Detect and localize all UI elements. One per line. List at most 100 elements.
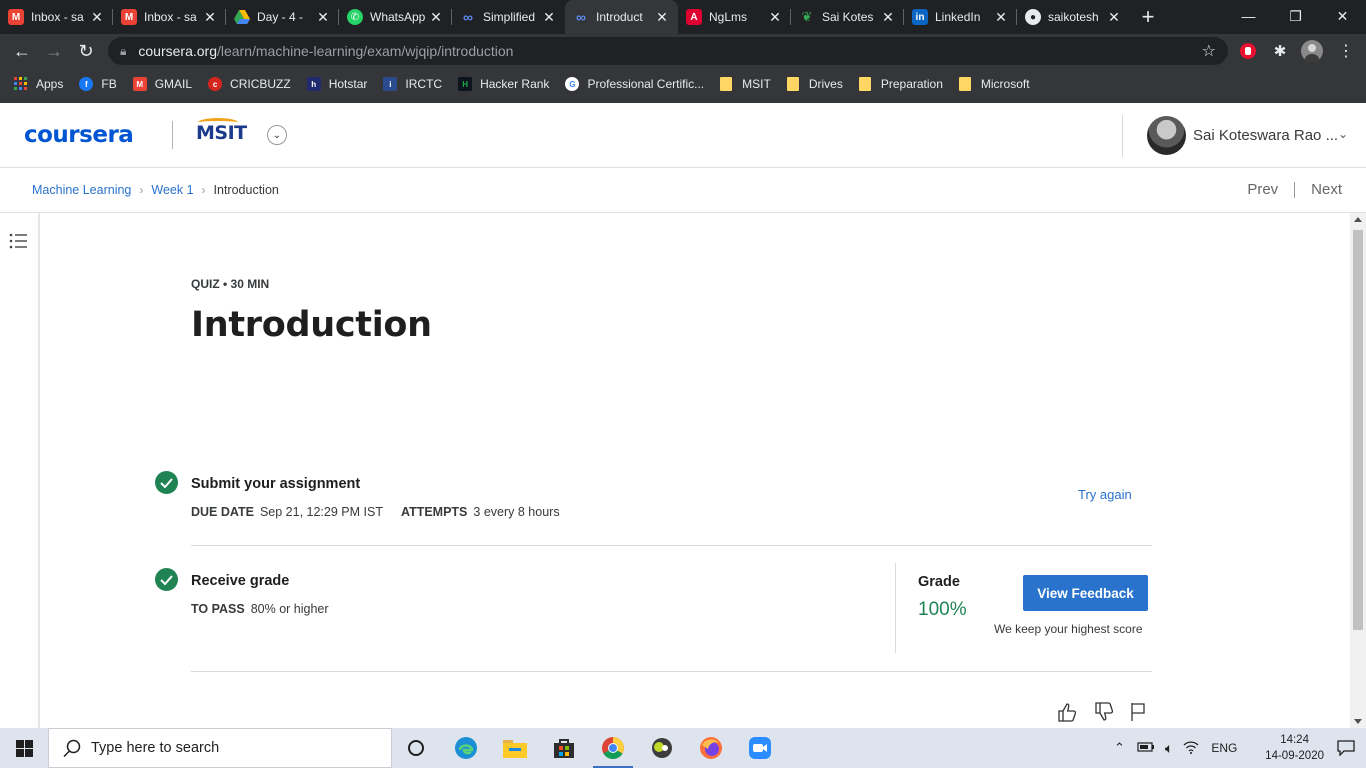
bookmark-cricbuzz[interactable]: c CRICBUZZ xyxy=(208,77,291,91)
battery-icon[interactable] xyxy=(1137,741,1155,756)
breadcrumb-week[interactable]: Week 1 xyxy=(151,183,193,197)
cortana-icon[interactable] xyxy=(392,728,440,768)
bookmark-folder-microsoft[interactable]: Microsoft xyxy=(958,77,1030,91)
flag-icon[interactable] xyxy=(1126,700,1150,724)
close-window-icon[interactable]: ✕ xyxy=(1319,0,1366,34)
app-icon[interactable] xyxy=(638,728,686,768)
view-feedback-button[interactable]: View Feedback xyxy=(1023,575,1148,611)
volume-icon[interactable]: 🔈︎ xyxy=(1165,740,1173,757)
extension-icon[interactable] xyxy=(1236,39,1260,63)
browser-tab[interactable]: ● saikotesh ✕ xyxy=(1017,0,1130,34)
grade-step-title: Receive grade xyxy=(191,573,290,589)
side-rail xyxy=(0,213,40,728)
reload-icon[interactable]: ↻ xyxy=(70,36,102,68)
browser-tab[interactable]: ❦ Sai Kotes ✕ xyxy=(791,0,904,34)
address-bar[interactable]: 🔒︎ coursera.org /learn/machine-learning/… xyxy=(108,37,1228,65)
try-again-link[interactable]: Try again xyxy=(1078,487,1132,502)
user-name[interactable]: Sai Koteswara Rao ... xyxy=(1193,127,1338,144)
tab-title: Inbox - sa xyxy=(144,10,197,24)
thumbs-down-icon[interactable] xyxy=(1092,700,1116,724)
prev-button[interactable]: Prev xyxy=(1247,181,1278,198)
close-tab-icon[interactable]: ✕ xyxy=(315,9,331,26)
forward-icon[interactable]: → xyxy=(38,36,70,68)
back-icon[interactable]: ← xyxy=(6,36,38,68)
browser-tab[interactable]: M Inbox - sa ✕ xyxy=(0,0,113,34)
menu-kebab-icon[interactable]: ⋮ xyxy=(1334,39,1358,63)
minimize-icon[interactable]: — xyxy=(1225,0,1272,34)
scroll-down-icon[interactable] xyxy=(1354,719,1362,724)
scroll-thumb[interactable] xyxy=(1353,230,1363,630)
msit-logo[interactable]: MSIT xyxy=(196,122,247,144)
chevron-down-icon[interactable]: ⌄ xyxy=(1338,127,1348,141)
due-date-label: DUE DATE xyxy=(191,505,254,519)
scroll-up-icon[interactable] xyxy=(1354,217,1362,222)
browser-tab[interactable]: M Inbox - sa ✕ xyxy=(113,0,226,34)
close-tab-icon[interactable]: ✕ xyxy=(541,9,557,26)
firefox-icon[interactable] xyxy=(687,728,735,768)
bookmark-fb[interactable]: f FB xyxy=(79,77,117,91)
close-tab-icon[interactable]: ✕ xyxy=(880,9,896,26)
language-indicator[interactable]: ENG xyxy=(1211,741,1237,755)
windows-start-button[interactable] xyxy=(0,728,48,768)
taskbar-search-input[interactable]: Type here to search xyxy=(48,728,392,768)
breadcrumb: Machine Learning › Week 1 › Introduction xyxy=(32,183,279,197)
file-explorer-icon[interactable] xyxy=(491,728,539,768)
bookmark-hotstar[interactable]: h Hotstar xyxy=(306,77,367,91)
browser-tab[interactable]: Day - 4 - ✕ xyxy=(226,0,339,34)
close-tab-icon[interactable]: ✕ xyxy=(428,9,444,26)
search-placeholder: Type here to search xyxy=(91,740,220,756)
bookmark-gmail[interactable]: M GMAIL xyxy=(132,77,192,91)
close-tab-icon[interactable]: ✕ xyxy=(1106,9,1122,26)
browser-tab[interactable]: A NgLms ✕ xyxy=(678,0,791,34)
edge-icon[interactable] xyxy=(442,728,490,768)
bookmark-irctc[interactable]: i IRCTC xyxy=(383,77,442,91)
chrome-icon[interactable] xyxy=(589,728,637,768)
close-tab-icon[interactable]: ✕ xyxy=(767,9,783,26)
avatar[interactable] xyxy=(1147,116,1186,155)
new-tab-button[interactable]: + xyxy=(1134,0,1162,34)
notification-icon[interactable] xyxy=(1326,728,1366,768)
bookmark-apps[interactable]: Apps xyxy=(14,77,63,91)
browser-tab[interactable]: ∞ Simplified ✕ xyxy=(452,0,565,34)
scrollbar[interactable] xyxy=(1350,213,1366,728)
browser-tab-active[interactable]: ∞ Introduct ✕ xyxy=(565,0,678,34)
close-tab-icon[interactable]: ✕ xyxy=(202,9,218,26)
browser-tab[interactable]: ✆ WhatsApp ✕ xyxy=(339,0,452,34)
bookmark-professional-cert[interactable]: G Professional Certific... xyxy=(565,77,704,91)
extensions-puzzle-icon[interactable]: ✱ xyxy=(1268,39,1292,63)
apps-grid-icon xyxy=(14,77,28,91)
zoom-icon[interactable] xyxy=(736,728,784,768)
url-host: coursera.org xyxy=(138,43,217,59)
to-pass-label: TO PASS xyxy=(191,602,245,616)
coursera-logo[interactable]: coursera xyxy=(24,122,134,148)
folder-icon xyxy=(720,77,733,91)
header-divider xyxy=(172,121,173,149)
chevron-up-icon[interactable]: ⌃ xyxy=(1114,740,1125,756)
system-clock[interactable]: 14:24 14-09-2020 xyxy=(1265,732,1324,764)
irctc-icon: i xyxy=(383,77,398,91)
bookmark-star-icon[interactable]: ☆ xyxy=(1202,41,1216,61)
coursera-icon: ∞ xyxy=(463,9,473,25)
close-tab-icon[interactable]: ✕ xyxy=(654,9,670,26)
close-tab-icon[interactable]: ✕ xyxy=(993,9,1009,26)
breadcrumb-course[interactable]: Machine Learning xyxy=(32,183,131,197)
clock-date: 14-09-2020 xyxy=(1265,750,1324,762)
submit-step-title: Submit your assignment xyxy=(191,476,361,492)
bookmark-folder-msit[interactable]: MSIT xyxy=(720,77,771,91)
browser-tab[interactable]: in LinkedIn ✕ xyxy=(904,0,1017,34)
grade-label: Grade xyxy=(918,574,960,590)
profile-avatar-icon[interactable] xyxy=(1300,39,1324,63)
next-button[interactable]: Next xyxy=(1311,181,1342,198)
bookmark-hackerrank[interactable]: H Hacker Rank xyxy=(458,77,549,91)
close-tab-icon[interactable]: ✕ xyxy=(89,9,105,26)
restore-icon[interactable]: ❐ xyxy=(1272,0,1319,34)
bookmark-label: MSIT xyxy=(742,77,771,91)
wifi-icon[interactable] xyxy=(1183,740,1199,757)
bookmark-folder-preparation[interactable]: Preparation xyxy=(858,77,943,91)
store-icon[interactable] xyxy=(540,728,588,768)
windows-taskbar: Type here to search ⌃ 🔈︎ ENG 14:24 14-09… xyxy=(0,728,1366,768)
list-menu-icon[interactable] xyxy=(9,232,29,255)
thumbs-up-icon[interactable] xyxy=(1055,700,1079,724)
chevron-down-icon[interactable]: ⌄ xyxy=(267,125,287,145)
bookmark-folder-drives[interactable]: Drives xyxy=(786,77,843,91)
